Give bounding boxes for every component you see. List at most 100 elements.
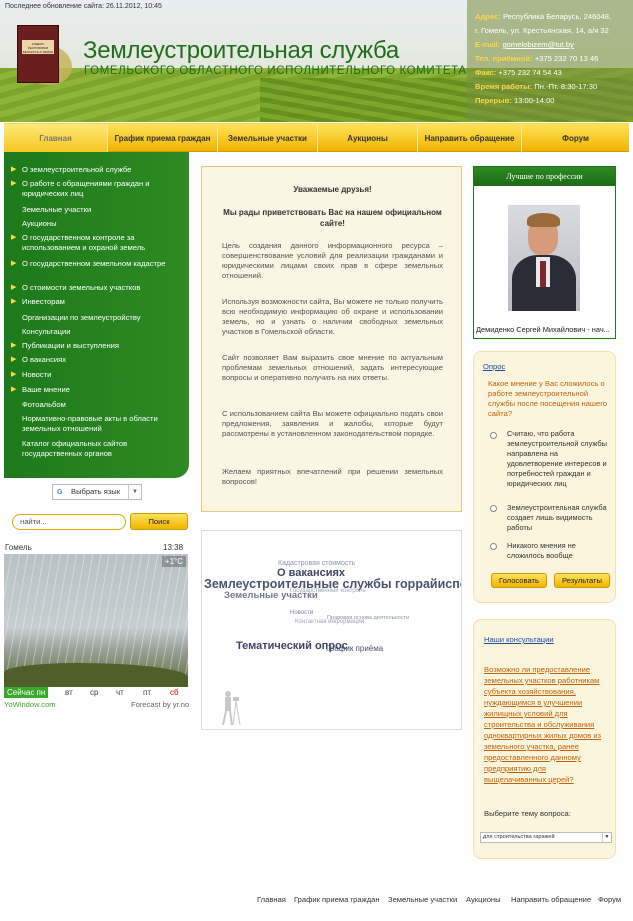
footer-land-plots[interactable]: Земельные участки (388, 895, 457, 904)
leftnav-auctions[interactable]: Аукционы (22, 219, 182, 229)
leftnav-cadastre[interactable]: ▶ О государственном земельном кадастре (11, 259, 182, 269)
weather-widget[interactable]: +1°C (4, 554, 188, 687)
top-nav: Главная График приема граждан Земельные … (4, 123, 629, 153)
weather-day[interactable]: чт (116, 687, 124, 698)
tag-land-plots[interactable]: Земельные участки (224, 590, 318, 601)
footer-auctions[interactable]: Аукционы (466, 895, 501, 904)
forecast-credit[interactable]: Forecast by yr.no (131, 700, 189, 709)
leftnav-legal-acts[interactable]: Нормативно-правовые акты в области земел… (22, 414, 182, 434)
poll-title-link[interactable]: Опрос (483, 362, 505, 371)
weather-day[interactable]: сб (170, 687, 179, 698)
bullet-icon: ▶ (11, 260, 17, 267)
employee-name[interactable]: Демиденко Сергей Михайлович - нач... (476, 325, 610, 334)
contact-email: E-mail: gomelobizem@tut.by (475, 40, 574, 49)
best-employee-panel: Лучшие по профессии Демиденко Сергей Мих… (473, 166, 616, 339)
vote-button[interactable]: Голосовать (491, 573, 547, 588)
leftnav-vacancies[interactable]: ▶ О вакансиях (11, 355, 182, 365)
leftnav-publications[interactable]: ▶ Публикации и выступления (11, 341, 182, 351)
email-link[interactable]: gomelobizem@tut.by (502, 40, 573, 49)
footer-forum[interactable]: Форум (598, 895, 621, 904)
contact-phone: Тел. приёмной: +375 232 70 13 46 (475, 54, 599, 63)
leftnav-about[interactable]: ▶ О землеустроительной службе (11, 165, 182, 175)
tag-news[interactable]: Новости (290, 610, 313, 616)
tag-contact-info[interactable]: Контактная информация (295, 619, 364, 625)
poll-option[interactable]: Землеустроительная служба создает лишь в… (507, 503, 609, 533)
leftnav-land-plots[interactable]: Земельные участки (22, 205, 182, 215)
leftnav-land-cost[interactable]: ▶ О стоимости земельных участков (11, 283, 182, 293)
leftnav-appeals[interactable]: ▶ О работе с обращениями граждан и юридич… (11, 179, 182, 199)
leftnav-news[interactable]: ▶ Новости (11, 370, 182, 380)
contacts-panel: Адрес: Республика Беларусь, 246048, г. Г… (467, 0, 633, 120)
contact-address: Адрес: Республика Беларусь, 246048, (475, 12, 612, 21)
topnav-home[interactable]: Главная (4, 124, 108, 153)
bullet-icon: ▶ (11, 234, 17, 241)
bullet-icon: ▶ (11, 371, 17, 378)
poll-radio[interactable] (490, 432, 497, 439)
welcome-heading: Уважаемые друзья! (293, 185, 372, 194)
topic-select[interactable]: для строительства гаражей ▼ (480, 832, 612, 843)
welcome-paragraph: Желаем приятных впечатлений при решении … (222, 467, 443, 486)
footer-home[interactable]: Главная (257, 895, 286, 904)
leftnav-consultations[interactable]: Консультации (22, 327, 182, 337)
employee-photo[interactable] (508, 205, 580, 311)
leftnav-organizations[interactable]: Организации по землеустройству (22, 313, 182, 323)
contact-fax: Факс: +375 232 74 54 43 (475, 68, 562, 77)
bullet-icon: ▶ (11, 284, 17, 291)
welcome-paragraph: Цель создания данного информационного ре… (222, 241, 443, 280)
google-translate-icon: G (57, 489, 63, 496)
weather-day[interactable]: пт (143, 687, 151, 698)
welcome-paragraph: Сайт позволяет Вам выразить свое мнение … (222, 353, 443, 382)
results-button[interactable]: Результаты (554, 573, 610, 588)
bullet-icon: ▶ (11, 356, 17, 363)
poll-radio[interactable] (490, 543, 497, 550)
consultation-question-link[interactable]: Возможно ли предоставление земельных уча… (484, 664, 608, 785)
footer-nav: Главная График приема граждан Земельные … (0, 895, 633, 911)
topic-select-label: Выберите тему вопроса: (484, 809, 571, 818)
welcome-subheading: Мы рады приветствовать Вас на нашем офиц… (223, 208, 442, 228)
photo-tie (540, 261, 546, 287)
welcome-paragraph: С использованием сайта Вы можете официал… (222, 409, 443, 438)
footer-send-appeal[interactable]: Направить обращение (511, 895, 591, 904)
weather-day[interactable]: вт (65, 687, 73, 698)
weather-day-now[interactable]: Сейчас пн (4, 687, 49, 698)
topnav-forum[interactable]: Форум (522, 124, 629, 153)
topnav-send-appeal[interactable]: Направить обращение (418, 124, 522, 153)
best-employee-heading: Лучшие по профессии (474, 167, 615, 186)
photo-hair (527, 213, 560, 227)
search-button[interactable]: Поиск (130, 513, 188, 530)
bullet-icon: ▶ (11, 166, 17, 173)
poll-radio[interactable] (490, 505, 497, 512)
tag-reception-schedule[interactable]: График приёма (326, 644, 383, 653)
leftnav-gov-catalog[interactable]: Каталог официальных сайтов государственн… (22, 439, 182, 459)
consultations-panel: Наши консультации Возможно ли предоставл… (473, 619, 616, 859)
logo-book-label: КОДЕКС РЕСПУБЛИКИ БЕЛАРУСЬ О ЗЕМЛЕ (22, 40, 54, 54)
poll-option[interactable]: Считаю, что работа землеустроительной сл… (507, 429, 609, 489)
leftnav-investors[interactable]: ▶ Инвесторам (11, 297, 182, 307)
topic-select-value: для строительства гаражей (483, 834, 555, 840)
site-subtitle: ГОМЕЛЬСКОГО ОБЛАСТНОГО ИСПОЛНИТЕЛЬНОГО К… (84, 65, 467, 77)
surveyor-icon (222, 691, 241, 726)
weather-days: Сейчас пн вт ср чт пт сб (4, 687, 188, 698)
footer-schedule[interactable]: График приема граждан (294, 895, 380, 904)
tag-cadastral-cost[interactable]: Кадастровая стоимость (278, 560, 355, 567)
search-input[interactable]: найти... (12, 514, 126, 530)
topnav-auctions[interactable]: Аукционы (318, 124, 418, 153)
bullet-icon: ▶ (11, 298, 17, 305)
tag-cloud: Кадастровая стоимость О вакансиях Землеу… (201, 530, 462, 730)
leftnav-state-control[interactable]: ▶ О государственном контроле за использов… (11, 233, 182, 253)
weather-city: Гомель (5, 543, 32, 552)
poll-option[interactable]: Никакого мнения не сложилось вообще (507, 541, 609, 561)
law-code-book-logo: КОДЕКС РЕСПУБЛИКИ БЕЛАРУСЬ О ЗЕМЛЕ (17, 25, 59, 83)
bullet-icon: ▶ (11, 180, 17, 187)
poll-question: Какое мнение у Вас сложилось о работе зе… (488, 379, 608, 418)
translate-select[interactable]: G Выбрать язык ▼ (52, 484, 142, 500)
yowindow-link[interactable]: YoWindow.com (4, 700, 56, 709)
consultations-title-link[interactable]: Наши консультации (484, 635, 554, 644)
leftnav-photo-album[interactable]: Фотоальбом (22, 400, 182, 410)
topnav-land-plots[interactable]: Земельные участки (218, 124, 318, 153)
topnav-schedule[interactable]: График приема граждан (108, 124, 218, 153)
contact-hours: Время работы: Пн.-Пт. 8:30-17:30 (475, 82, 598, 91)
weather-day[interactable]: ср (90, 687, 98, 698)
leftnav-opinion[interactable]: ▶ Ваше мнение (11, 385, 182, 395)
bullet-icon: ▶ (11, 342, 17, 349)
